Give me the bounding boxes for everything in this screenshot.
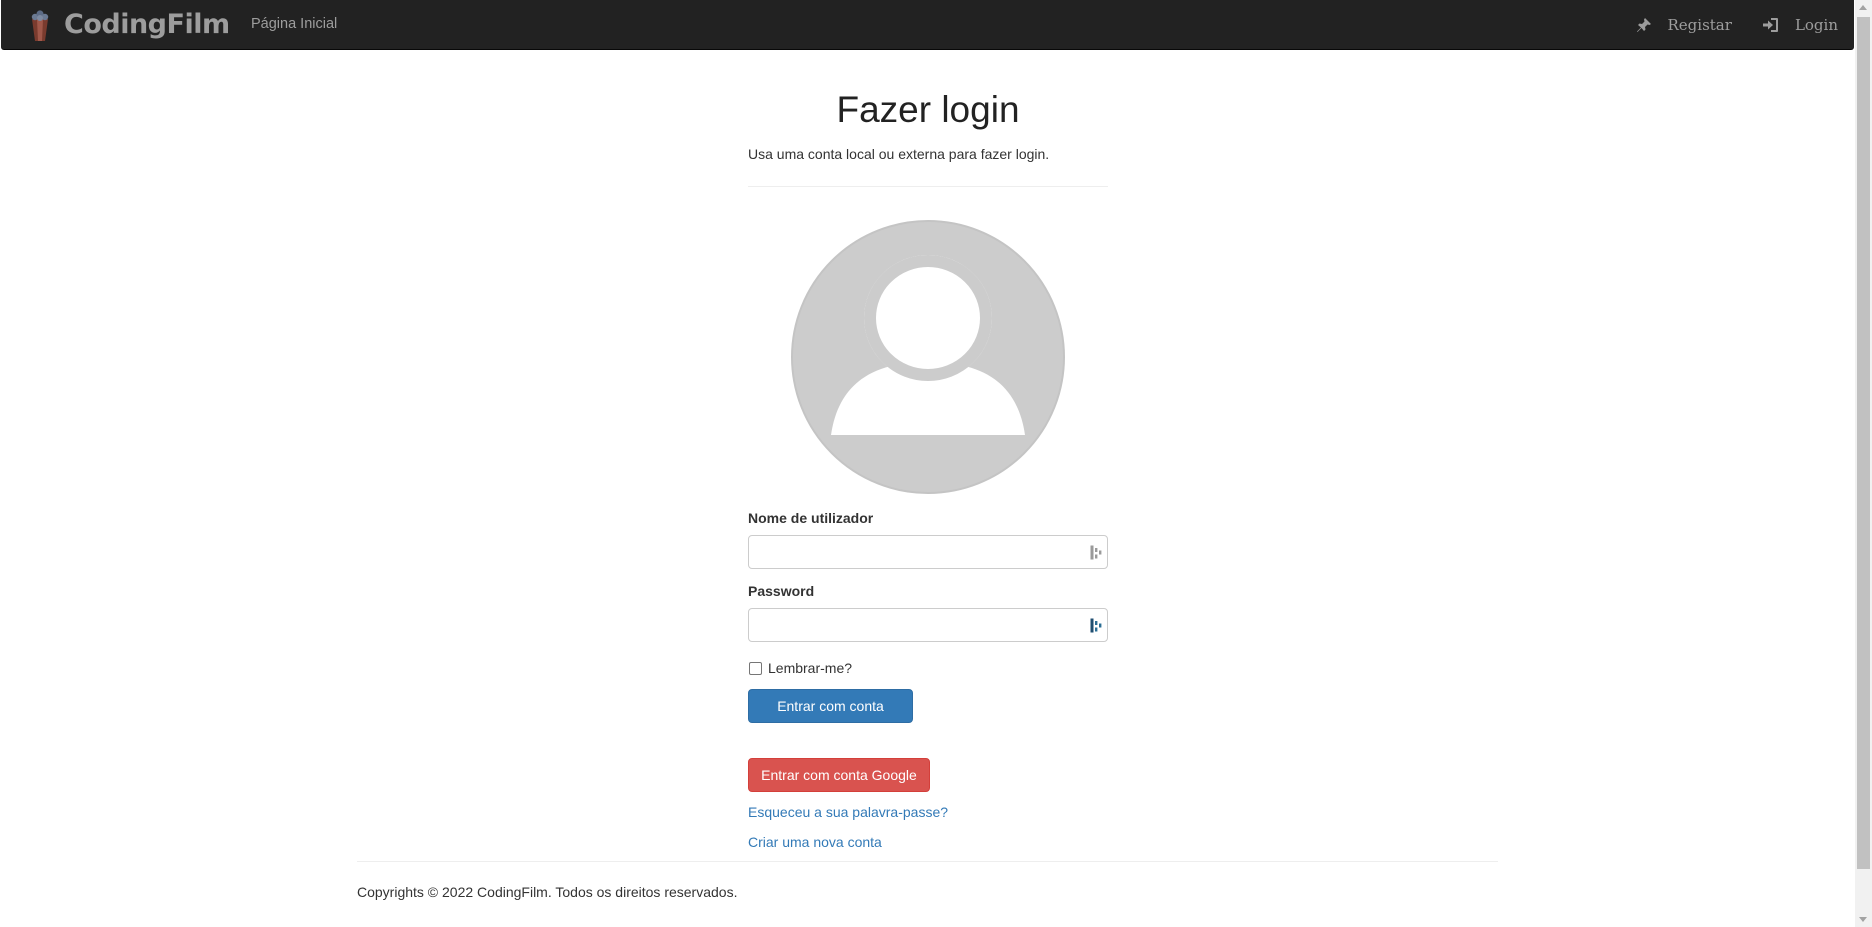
- password-manager-icon[interactable]: [1090, 545, 1103, 560]
- footer-copyright: Copyrights © 2022 CodingFilm. Todos os d…: [357, 884, 738, 900]
- avatar-container: [748, 220, 1108, 494]
- google-login-button[interactable]: Entrar com conta Google: [748, 758, 930, 792]
- brand-name: CodingFilm: [64, 9, 230, 40]
- brand-link[interactable]: CodingFilm: [29, 0, 230, 49]
- popcorn-logo-icon: [29, 8, 51, 42]
- footer-divider: [357, 861, 1498, 862]
- password-field-wrapper: [748, 608, 1108, 642]
- username-label: Nome de utilizador: [748, 510, 874, 526]
- vertical-scrollbar[interactable]: [1855, 0, 1872, 927]
- page-title: Fazer login: [836, 89, 1020, 130]
- nav-right: Registar Login: [1606, 0, 1838, 49]
- username-field-wrapper: [748, 535, 1108, 569]
- login-panel: Fazer login Usa uma conta local ou exter…: [748, 80, 1108, 852]
- nav-register-link[interactable]: Registar: [1636, 16, 1732, 34]
- nav-login-link[interactable]: Login: [1762, 16, 1838, 34]
- log-in-icon: [1762, 17, 1778, 32]
- scroll-thumb[interactable]: [1857, 17, 1870, 869]
- top-navbar: CodingFilm Página Inicial Registar Login: [1, 0, 1854, 50]
- login-subtitle: Usa uma conta local ou externa para faze…: [748, 146, 1050, 162]
- remember-me-row: Lembrar-me?: [748, 659, 1108, 677]
- scroll-down-icon[interactable]: [1859, 917, 1867, 922]
- forgot-password-link[interactable]: Esqueceu a sua palavra-passe?: [748, 802, 1108, 822]
- scroll-up-icon[interactable]: [1859, 5, 1867, 10]
- local-login-button[interactable]: Entrar com conta local: [748, 689, 913, 746]
- create-account-link[interactable]: Criar uma nova conta: [748, 832, 1108, 852]
- page: CodingFilm Página Inicial Registar Login: [0, 0, 1872, 927]
- pushpin-icon: [1636, 17, 1651, 32]
- nav-home-link[interactable]: Página Inicial: [251, 0, 337, 49]
- username-input[interactable]: [749, 536, 1107, 568]
- remember-me-label[interactable]: Lembrar-me?: [768, 660, 852, 676]
- nav-login-label: Login: [1794, 15, 1838, 34]
- remember-me-checkbox[interactable]: [749, 661, 762, 675]
- password-manager-icon[interactable]: [1090, 618, 1103, 633]
- nav-register-label: Registar: [1667, 15, 1732, 34]
- divider: [748, 186, 1108, 187]
- password-label: Password: [748, 583, 815, 599]
- password-input[interactable]: [749, 609, 1107, 641]
- default-user-avatar-icon: [791, 220, 1065, 494]
